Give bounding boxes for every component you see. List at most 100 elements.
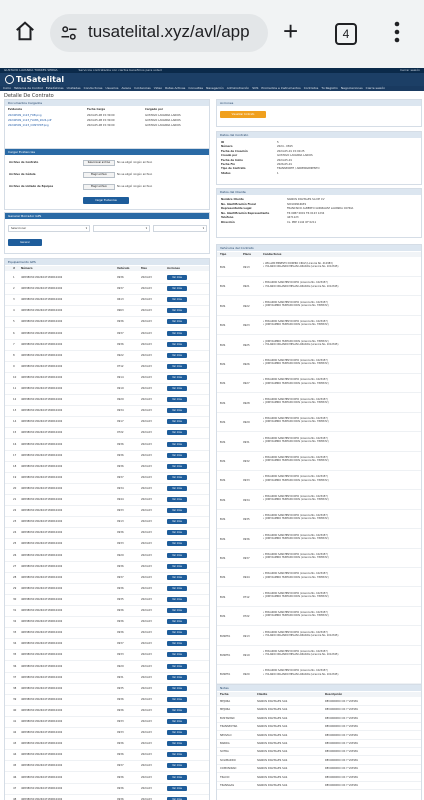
view-more-button[interactable]: Ver más <box>167 297 187 303</box>
gps-select-3[interactable]: ▾ <box>153 225 207 232</box>
view-more-button[interactable]: Ver más <box>167 707 187 713</box>
table-cell: 2024-03 <box>141 564 152 568</box>
new-tab-icon[interactable]: + <box>283 18 298 44</box>
site-logo[interactable]: TuSatelital <box>5 75 64 84</box>
file-choose-button[interactable]: Elegir archivo <box>83 172 115 178</box>
view-more-button[interactable]: Ver más <box>167 397 187 403</box>
menu-item[interactable]: Video <box>154 86 162 90</box>
url-text[interactable]: tusatelital.xyz/avl/app <box>88 22 250 42</box>
view-more-button[interactable]: Ver más <box>167 497 187 502</box>
view-more-button[interactable]: Ver más <box>167 419 187 425</box>
table-cell: 2024-03 <box>141 553 152 557</box>
view-more-button[interactable]: Ver más <box>167 774 187 780</box>
menu-item[interactable]: Navegación <box>206 86 224 90</box>
document-cell: GUSTAVO LAVANDA LARIOS <box>145 124 181 127</box>
menu-item[interactable]: Promedios e Instrumentos <box>261 86 300 90</box>
view-more-button[interactable]: Ver más <box>167 585 187 591</box>
view-more-button[interactable]: Ver más <box>167 386 187 391</box>
file-choose-button[interactable]: Seleccionar archivo <box>83 160 115 166</box>
site-settings-icon[interactable] <box>60 24 78 42</box>
vehicle-type: BUS <box>220 479 226 483</box>
menu-item[interactable]: Estadísticas <box>46 86 64 90</box>
home-icon[interactable] <box>14 20 36 42</box>
submit-evidence-button[interactable]: Cargar Evidencias <box>83 197 129 204</box>
menu-item[interactable]: Incidencias <box>134 86 151 90</box>
view-more-button[interactable]: Ver más <box>167 485 187 491</box>
view-more-button[interactable]: Ver más <box>167 741 187 747</box>
field-label: Representante Legal <box>221 207 252 211</box>
menu-item[interactable]: Negociaciones <box>341 86 363 90</box>
vehicle-type: BUS <box>220 324 226 328</box>
view-more-button[interactable]: Ver más <box>167 674 187 680</box>
view-more-button[interactable]: Ver más <box>167 463 187 469</box>
view-more-button[interactable]: Ver más <box>167 319 187 325</box>
view-more-button[interactable]: Ver más <box>167 596 187 602</box>
contract-panel: Datos del Contrato ID 5 Número 2024 - 0815 F… <box>216 131 422 185</box>
view-more-button[interactable]: Ver más <box>167 308 187 314</box>
view-more-button[interactable]: Ver más <box>167 641 187 647</box>
view-more-button[interactable]: Ver más <box>167 541 187 547</box>
table-cell: 4083803213024047180010402 <box>21 653 63 657</box>
menu-item[interactable]: Conductores <box>84 86 103 90</box>
view-more-button[interactable]: Ver más <box>167 408 187 414</box>
menu-item[interactable]: Tu Registro <box>321 86 338 90</box>
view-more-button[interactable]: Ver más <box>167 696 187 702</box>
view-more-button[interactable]: Ver más <box>167 619 187 625</box>
table-cell: 4083803213024047180010402 <box>21 597 63 601</box>
view-more-button[interactable]: Ver más <box>167 574 187 580</box>
document-link[interactable]: 20240509_1123_FOB.png <box>8 114 41 117</box>
document-link[interactable]: 20240509_1123_CONT.PDF.png <box>8 124 49 127</box>
view-more-button[interactable]: Ver más <box>167 374 187 380</box>
view-more-button[interactable]: Ver más <box>167 785 187 791</box>
notes-table: Fecha Cliente Descripción MEJORA SIGNOS DIGI… <box>217 691 421 799</box>
view-more-button[interactable]: Ver más <box>167 530 187 536</box>
view-more-button[interactable]: Ver más <box>167 330 187 336</box>
file-choose-button[interactable]: Elegir archivo <box>83 184 115 190</box>
tab-count-button[interactable]: 4 <box>335 23 357 45</box>
table-cell: 4083803213024047180010402 <box>21 420 63 424</box>
site-header: TuSatelital <box>0 73 424 86</box>
menu-item[interactable]: Inicio <box>3 86 11 90</box>
driver-entry: • YOLANIO ORLANDO MELAN LOZADAS (Licenci… <box>263 653 339 657</box>
view-more-button[interactable]: Ver más <box>167 441 187 447</box>
menu-item[interactable]: Contratos <box>304 86 319 90</box>
menu-item[interactable]: Cierre sesión <box>366 86 385 90</box>
menu-item[interactable]: Rutas Activas <box>165 86 185 90</box>
more-menu-icon[interactable] <box>394 20 400 44</box>
view-more-button[interactable]: Ver más <box>167 563 187 569</box>
menu-item[interactable]: Usuarios <box>106 86 119 90</box>
view-more-button[interactable]: Ver más <box>167 341 187 347</box>
view-contract-button[interactable]: Visualizar Contrato <box>220 111 266 118</box>
menu-item[interactable]: Administración <box>227 86 249 90</box>
view-more-button[interactable]: Ver más <box>167 719 187 724</box>
view-more-button[interactable]: Ver más <box>167 519 187 525</box>
document-link[interactable]: 20240509_1123_FLUBS_2024.pdf <box>8 119 51 122</box>
view-more-button[interactable]: Ver más <box>167 663 187 669</box>
view-more-button[interactable]: Ver más <box>167 552 187 558</box>
gps-select-2[interactable]: ▾ <box>93 225 150 232</box>
menu-item[interactable]: Consultas <box>188 86 203 90</box>
view-more-button[interactable]: Ver más <box>167 452 187 458</box>
view-more-button[interactable]: Ver más <box>167 363 187 369</box>
view-more-button[interactable]: Ver más <box>167 275 187 280</box>
gps-select-1[interactable]: Seleccionar ▾ <box>8 225 90 232</box>
menu-item[interactable]: SOS <box>252 86 258 90</box>
view-more-button[interactable]: Ver más <box>167 352 187 358</box>
view-more-button[interactable]: Ver más <box>167 286 187 292</box>
view-more-button[interactable]: Ver más <box>167 685 187 691</box>
menu-item[interactable]: Tableros de Control <box>14 86 43 90</box>
view-more-button[interactable]: Ver más <box>167 474 187 480</box>
menu-item[interactable]: Avisos <box>121 86 130 90</box>
view-more-button[interactable]: Ver más <box>167 730 187 736</box>
generate-button[interactable]: Generar <box>8 239 42 246</box>
view-more-button[interactable]: Ver más <box>167 608 187 613</box>
view-more-button[interactable]: Ver más <box>167 430 187 436</box>
field-value: SDI190916KE1 <box>287 202 307 206</box>
menu-item[interactable]: Unidades <box>67 86 81 90</box>
view-more-button[interactable]: Ver más <box>167 763 187 769</box>
table-cell: 0963 <box>117 309 124 313</box>
view-more-button[interactable]: Ver más <box>167 652 187 658</box>
view-more-button[interactable]: Ver más <box>167 752 187 758</box>
view-more-button[interactable]: Ver más <box>167 630 187 636</box>
view-more-button[interactable]: Ver más <box>167 508 187 514</box>
